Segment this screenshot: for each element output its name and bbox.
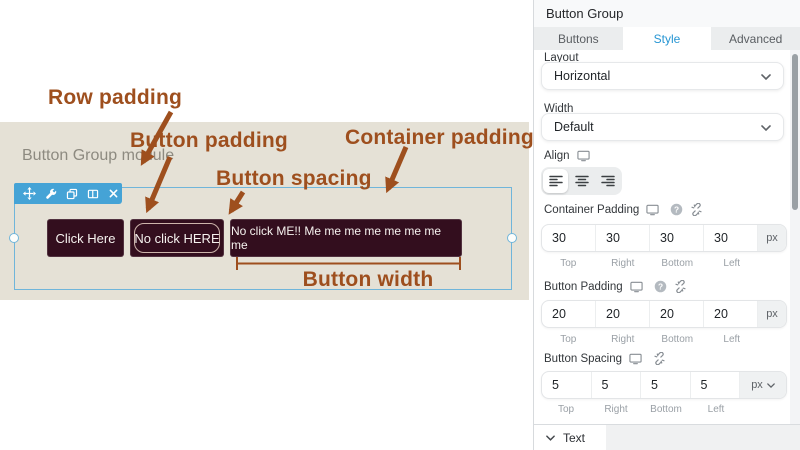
dim-label-bottom: Bottom: [661, 334, 694, 345]
panel-tabs: Buttons Style Advanced: [534, 27, 800, 50]
container-padding-right-input[interactable]: [596, 225, 649, 251]
button-padding-inputs: px: [541, 300, 787, 328]
duplicate-icon[interactable]: [66, 188, 78, 200]
align-left-button[interactable]: [543, 169, 568, 193]
align-center-button[interactable]: [569, 169, 594, 193]
dim-label-right: Right: [611, 258, 635, 269]
unlink-icon[interactable]: [690, 203, 703, 216]
columns-icon[interactable]: [87, 188, 99, 200]
button-spacing-inputs: px: [541, 371, 787, 399]
button-spacing-unit-dropdown[interactable]: px: [740, 372, 786, 398]
settings-panel: Button Group Buttons Style Advanced Layo…: [533, 0, 800, 450]
button-spacing-top-input[interactable]: [542, 372, 591, 398]
annotation-button-padding: Button padding: [130, 129, 288, 152]
text-section-label: Text: [563, 430, 586, 445]
unlink-icon[interactable]: [674, 280, 687, 293]
canvas-button-3[interactable]: No click ME!! Me me me me me me me me: [230, 219, 462, 257]
svg-text:?: ?: [674, 204, 679, 214]
width-value: Default: [554, 120, 594, 134]
button-padding-label: Button Padding: [544, 280, 623, 293]
container-padding-label: Container Padding: [544, 203, 640, 216]
annotation-button-spacing: Button spacing: [216, 167, 372, 190]
chevron-down-icon: [546, 434, 555, 441]
move-icon[interactable]: [23, 187, 36, 200]
button-padding-unit[interactable]: px: [758, 301, 786, 327]
dim-label-right: Right: [604, 404, 628, 415]
unit-value: px: [751, 379, 763, 391]
dim-label-left: Left: [723, 258, 741, 269]
dim-label-bottom: Bottom: [661, 258, 694, 269]
width-dropdown[interactable]: Default: [541, 113, 784, 141]
button-padding-right-input[interactable]: [596, 301, 649, 327]
container-padding-label-row: Container Padding ?: [544, 203, 703, 216]
container-padding-top-input[interactable]: [542, 225, 595, 251]
button-padding-bottom-input[interactable]: [650, 301, 703, 327]
help-icon[interactable]: ?: [654, 280, 667, 293]
resize-handle-right[interactable]: [507, 233, 517, 243]
responsive-monitor-icon[interactable]: [576, 150, 590, 162]
module-toolbar: [14, 183, 122, 204]
button-spacing-left-input[interactable]: [690, 372, 739, 398]
text-section-header[interactable]: Text: [534, 425, 606, 450]
responsive-monitor-icon[interactable]: [629, 353, 642, 365]
dim-label-top: Top: [557, 404, 575, 415]
chevron-down-icon: [766, 382, 775, 388]
button-padding-left-input[interactable]: [704, 301, 757, 327]
annotation-container-padding: Container padding: [345, 126, 534, 149]
align-label-row: Align: [544, 150, 590, 162]
canvas-button-2[interactable]: No click HERE: [130, 219, 224, 257]
text-section-bar: Text: [534, 424, 800, 450]
button-spacing-label: Button Spacing: [544, 352, 623, 365]
close-icon[interactable]: [108, 188, 119, 199]
dim-label-left: Left: [723, 334, 741, 345]
tab-advanced[interactable]: Advanced: [711, 27, 800, 50]
container-padding-bottom-input[interactable]: [650, 225, 703, 251]
container-padding-sublabels: Top Right Bottom Left: [541, 258, 787, 269]
help-icon[interactable]: ?: [670, 203, 683, 216]
chevron-down-icon: [761, 69, 771, 83]
dim-label-left: Left: [707, 404, 725, 415]
button-padding-sublabels: Top Right Bottom Left: [541, 334, 787, 345]
responsive-monitor-icon[interactable]: [646, 204, 659, 216]
button-padding-label-row: Button Padding ?: [544, 280, 687, 293]
responsive-monitor-icon[interactable]: [630, 281, 643, 293]
annotation-row-padding: Row padding: [48, 86, 183, 109]
button-spacing-right-input[interactable]: [591, 372, 640, 398]
align-control: [541, 167, 622, 195]
align-right-button[interactable]: [595, 169, 620, 193]
wrench-icon[interactable]: [45, 188, 57, 200]
annotation-button-width: Button width: [302, 268, 434, 291]
panel-scrollbar[interactable]: [792, 54, 798, 210]
resize-handle-left[interactable]: [9, 233, 19, 243]
container-padding-left-input[interactable]: [704, 225, 757, 251]
button-spacing-sublabels: Top Right Bottom Left: [541, 404, 787, 415]
button-spacing-bottom-input[interactable]: [641, 372, 690, 398]
builder-canvas: Button Group module Click Here No click …: [0, 0, 534, 450]
dim-label-top: Top: [560, 258, 577, 269]
button-spacing-label-row: Button Spacing: [544, 352, 666, 365]
dim-label-right: Right: [611, 334, 635, 345]
button-padding-top-input[interactable]: [542, 301, 595, 327]
svg-text:?: ?: [658, 281, 663, 291]
tab-buttons[interactable]: Buttons: [534, 27, 623, 50]
panel-title: Button Group: [534, 0, 800, 27]
canvas-button-1[interactable]: Click Here: [47, 219, 124, 257]
layout-dropdown[interactable]: Horizontal: [541, 62, 784, 90]
container-padding-inputs: px: [541, 224, 787, 252]
chevron-down-icon: [761, 120, 771, 134]
unlink-icon[interactable]: [653, 352, 666, 365]
layout-value: Horizontal: [554, 69, 611, 83]
dim-label-top: Top: [560, 334, 577, 345]
container-padding-unit[interactable]: px: [758, 225, 786, 251]
tab-style[interactable]: Style: [622, 27, 712, 50]
dim-label-bottom: Bottom: [650, 404, 682, 415]
align-label: Align: [544, 150, 570, 162]
